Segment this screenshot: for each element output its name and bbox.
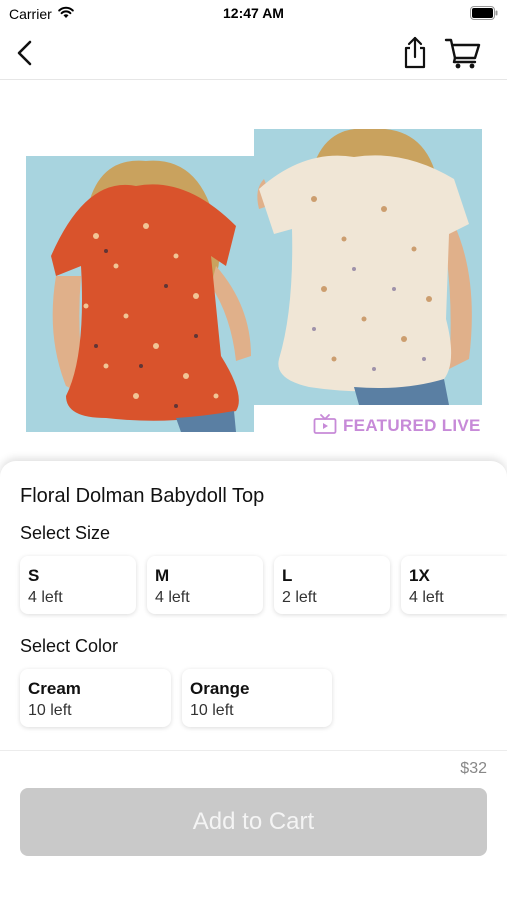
product-title: Floral Dolman Babydoll Top <box>20 485 265 507</box>
chevron-left-icon[interactable] <box>12 38 40 68</box>
color-option-orange[interactable]: Orange 10 left <box>182 669 332 727</box>
color-stock: 10 left <box>190 702 234 719</box>
orange-floral-top-photo[interactable] <box>26 156 254 432</box>
size-option-l[interactable]: L 2 left <box>274 556 390 614</box>
price-label: $32 <box>460 760 487 777</box>
size-stock: 4 left <box>409 589 444 606</box>
featured-live-label: FEATURED LIVE <box>343 416 481 435</box>
color-name: Orange <box>190 679 250 698</box>
size-name: L <box>282 566 293 585</box>
nav-bar <box>0 28 507 80</box>
size-stock: 4 left <box>155 589 190 606</box>
size-option-m[interactable]: M 4 left <box>147 556 263 614</box>
tv-icon <box>313 413 337 440</box>
size-name: M <box>155 566 170 585</box>
size-stock: 4 left <box>28 589 63 606</box>
size-name: 1X <box>409 566 430 585</box>
cart-icon[interactable] <box>444 36 482 70</box>
battery-icon <box>470 6 498 23</box>
purchase-footer: $32 Add to Cart <box>0 750 507 900</box>
size-name: S <box>28 566 40 585</box>
color-stock: 10 left <box>28 702 72 719</box>
product-options-sheet: Floral Dolman Babydoll Top Select Size S… <box>0 461 507 751</box>
size-stock: 2 left <box>282 589 317 606</box>
color-option-cream[interactable]: Cream 10 left <box>20 669 171 727</box>
size-option-s[interactable]: S 4 left <box>20 556 136 614</box>
select-size-label: Select Size <box>20 523 111 543</box>
cream-floral-top-photo[interactable] <box>254 129 482 405</box>
status-bar: Carrier 12:47 AM <box>0 0 507 28</box>
color-name: Cream <box>28 679 81 698</box>
product-image-gallery: FEATURED LIVE <box>0 81 507 461</box>
select-color-label: Select Color <box>20 636 119 656</box>
add-to-cart-button[interactable]: Add to Cart <box>20 788 487 856</box>
featured-live-badge: FEATURED LIVE <box>313 413 481 440</box>
share-icon[interactable] <box>399 34 431 70</box>
size-option-1x[interactable]: 1X 4 left <box>401 556 507 614</box>
status-time: 12:47 AM <box>223 5 284 21</box>
